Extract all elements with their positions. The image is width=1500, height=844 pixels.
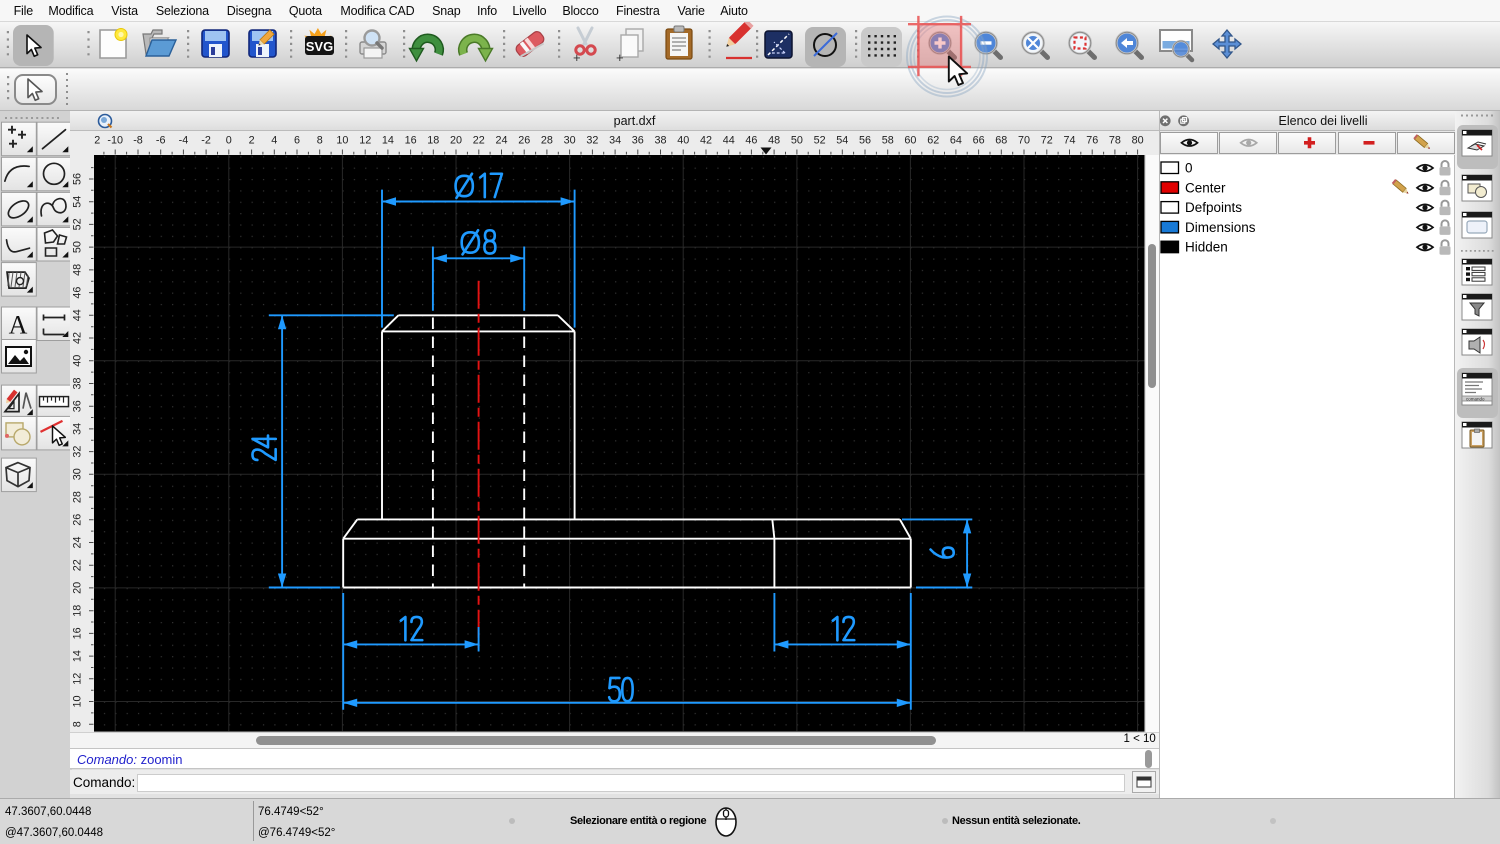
svg-text:16: 16 bbox=[72, 627, 84, 639]
svg-text:16: 16 bbox=[405, 135, 417, 147]
svg-text:54: 54 bbox=[836, 135, 848, 147]
svg-text:+: + bbox=[573, 50, 581, 65]
svg-text:28: 28 bbox=[541, 135, 553, 147]
svg-text:60: 60 bbox=[904, 135, 916, 147]
svg-text:14: 14 bbox=[72, 650, 84, 662]
svg-text:28: 28 bbox=[72, 491, 84, 503]
svg-text:30: 30 bbox=[72, 468, 84, 480]
svg-text:50: 50 bbox=[791, 135, 803, 147]
svg-text:18: 18 bbox=[72, 605, 84, 617]
svg-text:42: 42 bbox=[72, 332, 84, 344]
svg-text:12: 12 bbox=[72, 673, 84, 685]
svg-text:38: 38 bbox=[72, 377, 84, 389]
svg-text:20: 20 bbox=[450, 135, 462, 147]
svg-text:+: + bbox=[616, 50, 624, 65]
svg-text:34: 34 bbox=[609, 135, 621, 147]
svg-text:-8: -8 bbox=[133, 135, 143, 147]
svg-text:26: 26 bbox=[518, 135, 530, 147]
svg-text:SVG: SVG bbox=[306, 39, 333, 54]
svg-text:32: 32 bbox=[586, 135, 598, 147]
svg-text:42: 42 bbox=[700, 135, 712, 147]
svg-text:Dimensions: Dimensions bbox=[1185, 220, 1256, 235]
svg-text:52: 52 bbox=[814, 135, 826, 147]
svg-text:10: 10 bbox=[336, 135, 348, 147]
svg-text:-4: -4 bbox=[179, 135, 189, 147]
svg-text:26: 26 bbox=[72, 514, 84, 526]
svg-text:64: 64 bbox=[950, 135, 962, 147]
svg-text:10: 10 bbox=[72, 695, 84, 707]
svg-text:56: 56 bbox=[859, 135, 871, 147]
svg-text:76: 76 bbox=[1086, 135, 1098, 147]
svg-text:44: 44 bbox=[72, 309, 84, 321]
svg-text:54: 54 bbox=[72, 196, 84, 208]
svg-text:74: 74 bbox=[1063, 135, 1075, 147]
svg-text:36: 36 bbox=[632, 135, 644, 147]
svg-text:34: 34 bbox=[72, 423, 84, 435]
svg-text:20: 20 bbox=[72, 582, 84, 594]
svg-text:-2: -2 bbox=[201, 135, 211, 147]
svg-text:2: 2 bbox=[249, 135, 255, 147]
svg-text:38: 38 bbox=[654, 135, 666, 147]
svg-text:40: 40 bbox=[677, 135, 689, 147]
svg-text:58: 58 bbox=[882, 135, 894, 147]
svg-text:36: 36 bbox=[72, 400, 84, 412]
svg-text:4: 4 bbox=[271, 135, 277, 147]
svg-text:12: 12 bbox=[359, 135, 371, 147]
svg-text:48: 48 bbox=[768, 135, 780, 147]
svg-text:66: 66 bbox=[973, 135, 985, 147]
svg-text:6: 6 bbox=[294, 135, 300, 147]
svg-text:22: 22 bbox=[473, 135, 485, 147]
svg-text:32: 32 bbox=[72, 446, 84, 458]
svg-text:8: 8 bbox=[317, 135, 323, 147]
svg-text:40: 40 bbox=[72, 355, 84, 367]
svg-text:8: 8 bbox=[72, 721, 84, 727]
svg-text:Hidden: Hidden bbox=[1185, 240, 1228, 255]
svg-text:Defpoints: Defpoints bbox=[1185, 200, 1242, 215]
svg-text:48: 48 bbox=[72, 264, 84, 276]
svg-text:56: 56 bbox=[72, 173, 84, 185]
svg-text:78: 78 bbox=[1109, 135, 1121, 147]
svg-text:46: 46 bbox=[745, 135, 757, 147]
svg-text:24: 24 bbox=[72, 536, 84, 548]
svg-text:-6: -6 bbox=[156, 135, 166, 147]
svg-text:46: 46 bbox=[72, 287, 84, 299]
svg-text:comando: comando bbox=[1466, 397, 1485, 402]
svg-text:18: 18 bbox=[427, 135, 439, 147]
svg-text:52: 52 bbox=[72, 218, 84, 230]
svg-text:A: A bbox=[9, 311, 28, 340]
svg-text:30: 30 bbox=[564, 135, 576, 147]
svg-text:68: 68 bbox=[995, 135, 1007, 147]
svg-text:80: 80 bbox=[1132, 135, 1144, 147]
svg-text:72: 72 bbox=[1041, 135, 1053, 147]
svg-text:14: 14 bbox=[382, 135, 394, 147]
svg-text:62: 62 bbox=[927, 135, 939, 147]
svg-text:22: 22 bbox=[72, 559, 84, 571]
svg-text:24: 24 bbox=[495, 135, 507, 147]
svg-text:0: 0 bbox=[226, 135, 232, 147]
svg-text:50: 50 bbox=[72, 241, 84, 253]
svg-text:44: 44 bbox=[723, 135, 735, 147]
svg-text:Center: Center bbox=[1185, 180, 1226, 195]
svg-text:-10: -10 bbox=[107, 135, 123, 147]
svg-text:70: 70 bbox=[1018, 135, 1030, 147]
svg-text:0: 0 bbox=[1185, 161, 1193, 176]
